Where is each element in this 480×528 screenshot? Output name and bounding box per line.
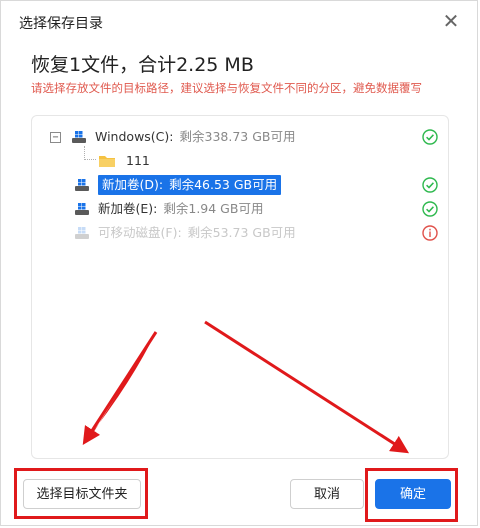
save-directory-dialog: 选择保存目录 ✕ 恢复1文件，合计2.25 MB 请选择存放文件的目标路径，建议… — [0, 0, 478, 526]
drive-free-space: 剩余338.73 GB可用 — [179, 129, 296, 144]
folder-name: 111 — [126, 153, 150, 168]
recovery-summary: 恢复1文件，合计2.25 MB — [31, 54, 254, 76]
tree-item-drive-e[interactable]: 新加卷(E): 剩余1.94 GB可用 — [74, 198, 263, 220]
windows-drive-icon — [75, 227, 89, 239]
annotation-box-choose-folder — [14, 468, 148, 519]
tree-line — [84, 159, 96, 160]
drive-name: 可移动磁盘(F): — [98, 225, 182, 240]
drive-free-space: 剩余46.53 GB可用 — [169, 177, 278, 192]
selected-drive-highlight: 新加卷(D): 剩余46.53 GB可用 — [98, 175, 282, 195]
drive-free-space: 剩余53.73 GB可用 — [187, 225, 296, 240]
check-circle-icon — [422, 201, 438, 217]
drive-name: Windows(C): — [95, 129, 174, 144]
drive-name: 新加卷(D): — [102, 177, 164, 192]
info-circle-icon — [422, 225, 438, 241]
title-bar: 选择保存目录 ✕ — [1, 1, 477, 43]
folder-icon — [99, 156, 115, 167]
dialog-title: 选择保存目录 — [19, 16, 103, 32]
tree-item-drive-f: 可移动磁盘(F): 剩余53.73 GB可用 — [74, 222, 296, 244]
windows-drive-icon — [72, 131, 86, 143]
close-icon[interactable]: ✕ — [439, 9, 463, 33]
windows-drive-icon — [75, 203, 89, 215]
cancel-button[interactable]: 取消 — [290, 479, 364, 509]
drive-free-space: 剩余1.94 GB可用 — [163, 201, 264, 216]
tree-line — [84, 146, 85, 160]
annotation-box-confirm — [365, 468, 458, 522]
hint-text: 请选择存放文件的目标路径，建议选择与恢复文件不同的分区，避免数据覆写 — [31, 81, 422, 95]
tree-item-drive-d[interactable]: 新加卷(D): 剩余46.53 GB可用 — [74, 174, 282, 196]
collapse-icon[interactable]: − — [50, 131, 61, 143]
windows-drive-icon — [75, 179, 89, 191]
check-circle-icon — [422, 177, 438, 193]
tree-item-drive-c[interactable]: − Windows(C): 剩余338.73 GB可用 — [50, 126, 295, 148]
tree-item-folder-111[interactable]: 111 — [98, 150, 150, 172]
drive-tree[interactable]: − Windows(C): 剩余338.73 GB可用 111 新加卷(D): … — [31, 115, 449, 459]
drive-name: 新加卷(E): — [98, 201, 158, 216]
check-circle-icon — [422, 129, 438, 145]
